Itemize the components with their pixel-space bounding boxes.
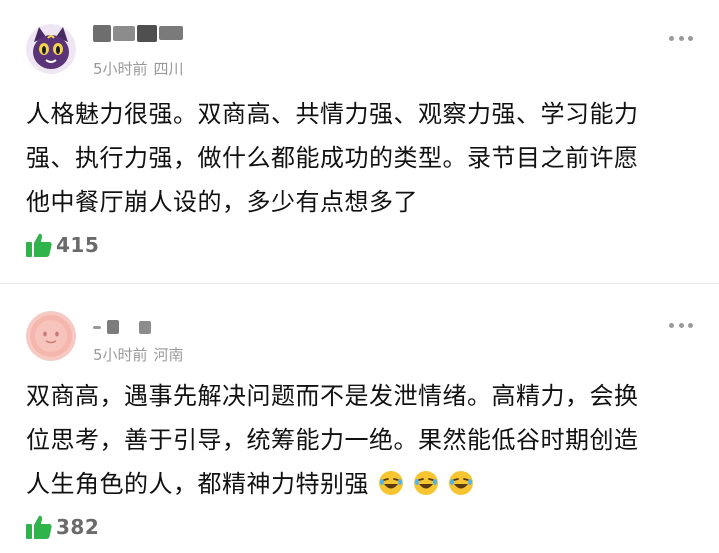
dot-icon bbox=[678, 322, 684, 328]
purple-cat-icon bbox=[26, 24, 76, 74]
dot-icon bbox=[688, 35, 693, 41]
comment-text-line: 双商高，遇事先解决问题而不是发泄情绪。高精力，会换 bbox=[26, 382, 639, 410]
more-options-button[interactable] bbox=[669, 35, 693, 41]
dot-icon bbox=[688, 322, 693, 328]
more-options-button[interactable] bbox=[669, 322, 693, 328]
comment-location: 河南 bbox=[153, 346, 184, 364]
emoji-group bbox=[369, 470, 474, 498]
dot-icon bbox=[669, 35, 674, 41]
blurred-block bbox=[93, 325, 101, 329]
comment-text-line: 强、执行力强，做什么都能成功的类型。录节目之前许愿 bbox=[26, 144, 639, 172]
comment-text-line: 人生角色的人，都精神力特别强 bbox=[26, 462, 696, 506]
dot-icon bbox=[678, 35, 684, 41]
rolling-laugh-emoji-icon bbox=[449, 471, 473, 495]
comment-text-line: 位思考，善于引导，统筹能力一绝。果然能低谷时期创造 bbox=[26, 426, 639, 454]
rolling-laugh-emoji-icon bbox=[379, 471, 403, 495]
like-count: 415 bbox=[56, 233, 100, 257]
thumbs-up-icon bbox=[26, 233, 52, 257]
username-blurred[interactable] bbox=[93, 316, 151, 338]
comment-meta: 5小时前 四川 bbox=[93, 58, 184, 79]
blurred-block bbox=[107, 320, 119, 334]
blurred-block bbox=[139, 320, 151, 334]
comment-text: 人格魅力很强。双商高、共情力强、观察力强、学习能力 强、执行力强，做什么都能成功… bbox=[26, 92, 696, 224]
comment-text-line: 他中餐厅崩人设的，多少有点想多了 bbox=[26, 188, 418, 216]
blurred-block bbox=[113, 25, 135, 41]
avatar[interactable] bbox=[26, 311, 76, 361]
comment-time: 5小时前 bbox=[93, 346, 148, 364]
thumbs-up-icon bbox=[26, 515, 52, 539]
blurred-block bbox=[137, 24, 157, 42]
avatar[interactable] bbox=[26, 24, 76, 74]
rolling-laugh-emoji-icon bbox=[414, 471, 438, 495]
dot-icon bbox=[669, 322, 674, 328]
like-count: 382 bbox=[56, 515, 100, 539]
comment-list: 5小时前 四川 人格魅力很强。双商高、共情力强、观察力强、学习能力 强、执行力强，… bbox=[0, 0, 719, 553]
blurred-block bbox=[159, 26, 183, 40]
pink-face-icon bbox=[26, 311, 76, 361]
comment-text-line: 人格魅力很强。双商高、共情力强、观察力强、学习能力 bbox=[26, 100, 639, 128]
comment-time: 5小时前 bbox=[93, 60, 148, 78]
like-button[interactable]: 415 bbox=[26, 233, 99, 257]
comment-location: 四川 bbox=[153, 60, 184, 78]
comment-item: 5小时前 河南 双商高，遇事先解决问题而不是发泄情绪。高精力，会换 位思考，善于引… bbox=[0, 283, 719, 553]
comment-item: 5小时前 四川 人格魅力很强。双商高、共情力强、观察力强、学习能力 强、执行力强，… bbox=[0, 0, 719, 283]
comment-meta: 5小时前 河南 bbox=[93, 344, 184, 365]
username-blurred[interactable] bbox=[93, 22, 183, 44]
like-button[interactable]: 382 bbox=[26, 515, 99, 539]
comment-text-fragment: 人生角色的人，都精神力特别强 bbox=[26, 470, 369, 498]
comment-text: 双商高，遇事先解决问题而不是发泄情绪。高精力，会换 位思考，善于引导，统筹能力一… bbox=[26, 374, 696, 506]
blurred-block bbox=[93, 24, 111, 42]
